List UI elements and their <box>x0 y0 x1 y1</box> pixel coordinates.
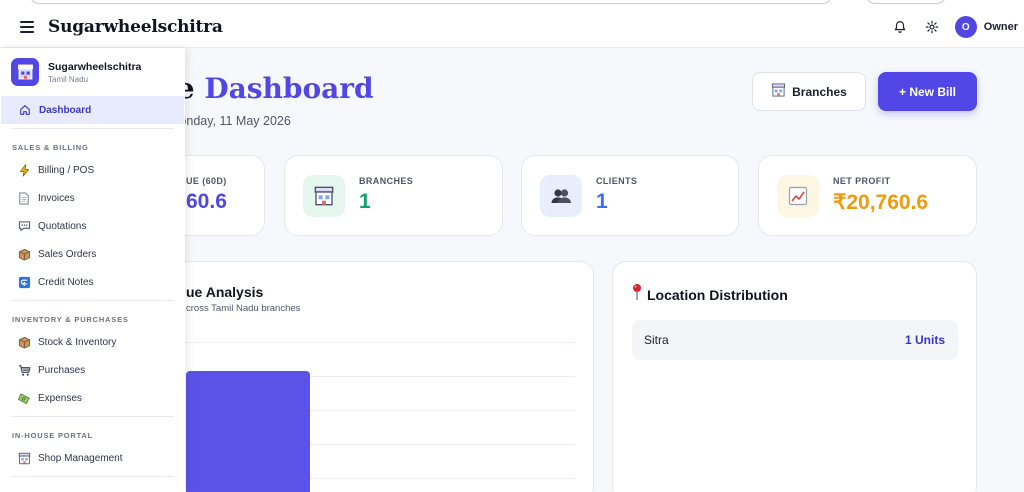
owner-name: Owner <box>983 21 1018 33</box>
store-icon <box>11 58 39 86</box>
hamburger-menu-icon[interactable] <box>20 20 34 33</box>
location-units: 1 Units <box>904 333 945 347</box>
top-header: Sugarwheelschitra O Owner <box>0 6 1024 48</box>
app-brand[interactable]: Sugarwheelschitra <box>48 17 223 37</box>
header-actions: O Owner <box>891 6 1018 48</box>
sidebar-item-label: Purchases <box>38 364 86 376</box>
stat-value: 1 <box>359 190 371 213</box>
store-icon <box>303 175 345 217</box>
sidebar-item-label: Quotations <box>38 220 87 232</box>
browser-button-edge <box>866 0 946 4</box>
sidebar-divider <box>11 416 174 417</box>
gear-icon[interactable] <box>923 18 941 36</box>
money-icon <box>17 391 31 405</box>
sidebar-subtitle: Tamil Nadu <box>48 74 89 84</box>
stat-card-net-profit: NET PROFIT ₹20,760.6 <box>758 155 977 236</box>
home-icon <box>18 103 32 117</box>
revenue-analysis-card: ue Analysis cross Tamil Nadu branches <box>155 261 594 492</box>
sidebar-divider <box>11 476 174 477</box>
sidebar-item-label: Billing / POS <box>38 164 95 176</box>
sidebar-item-credit-notes[interactable]: Credit Notes <box>0 268 185 296</box>
card-header: Location Distribution <box>632 283 788 306</box>
address-bar-edge <box>30 0 832 4</box>
sidebar-section-heading: SALES & BILLING <box>12 143 89 152</box>
page-date-area: Monday, 11 May 2026 <box>185 114 485 132</box>
sidebar-item-billing-pos[interactable]: Billing / POS <box>0 156 185 184</box>
stat-card-branches: BRANCHES 1 <box>284 155 503 236</box>
card-title: Location Distribution <box>647 286 788 303</box>
stat-label: NET PROFIT <box>833 176 891 186</box>
stat-value: 60.6 <box>186 190 227 213</box>
sidebar-item-label: Sales Orders <box>38 248 97 260</box>
store-icon <box>17 451 31 465</box>
sidebar-item-label: Expenses <box>38 392 82 404</box>
bell-icon[interactable] <box>891 18 909 36</box>
stat-value: 1 <box>596 190 608 213</box>
stat-label: CLIENTS <box>596 176 638 186</box>
sidebar-item-stock-inventory[interactable]: Stock & Inventory <box>0 328 185 356</box>
sidebar-item-sales-orders[interactable]: Sales Orders <box>0 240 185 268</box>
pushpin-icon <box>632 283 642 306</box>
location-distribution-card: Location Distribution Sitra 1 Units <box>612 261 977 492</box>
branches-button[interactable]: Branches <box>752 72 866 111</box>
sidebar-item-quotations[interactable]: Quotations <box>0 212 185 240</box>
branches-button-label: Branches <box>792 84 847 99</box>
lightning-icon <box>17 163 31 177</box>
sidebar-item-label: Stock & Inventory <box>38 336 117 348</box>
box-icon <box>17 335 31 349</box>
sidebar-section-heading: IN-HOUSE PORTAL <box>12 431 94 440</box>
new-bill-button[interactable]: + New Bill <box>878 72 977 111</box>
stat-label: UE (60D) <box>186 176 227 186</box>
chart-gridline <box>186 342 575 343</box>
cart-icon <box>17 363 31 377</box>
document-icon <box>17 191 31 205</box>
chart-bar[interactable] <box>186 371 310 492</box>
sidebar-item-purchases[interactable]: Purchases <box>0 356 185 384</box>
card-title: ue Analysis <box>186 284 264 300</box>
sidebar-item-invoices[interactable]: Invoices <box>0 184 185 212</box>
sidebar-divider <box>11 128 174 129</box>
sidebar-section-heading: INVENTORY & PURCHASES <box>12 315 129 324</box>
stat-card-clients: CLIENTS 1 <box>521 155 739 236</box>
sidebar-item-label: Shop Management <box>38 452 123 464</box>
box-icon <box>17 247 31 261</box>
avatar: O <box>954 16 977 38</box>
location-row[interactable]: Sitra 1 Units <box>632 320 958 360</box>
stat-value: ₹20,760.6 <box>833 191 929 214</box>
page-title-prefix: nise <box>185 72 195 105</box>
sidebar-divider <box>11 300 174 301</box>
sidebar-item-expenses[interactable]: Expenses <box>0 384 185 412</box>
sidebar-item-label: Dashboard <box>39 104 92 116</box>
sidebar-item-shop-management[interactable]: Shop Management <box>0 444 185 472</box>
sidebar-title: Sugarwheelschitra <box>48 60 142 73</box>
sidebar: Sugarwheelschitra Tamil Nadu Dashboard S… <box>0 48 185 492</box>
store-icon <box>771 83 786 100</box>
page-date: Monday, 11 May 2026 <box>185 114 291 128</box>
sidebar-header: Sugarwheelschitra Tamil Nadu <box>0 48 185 96</box>
page-title: nise Dashboard <box>185 72 374 105</box>
location-name: Sitra <box>644 333 669 347</box>
sidebar-item-label: Credit Notes <box>38 276 94 288</box>
sidebar-item-label: Invoices <box>38 192 75 204</box>
stat-label: BRANCHES <box>359 176 414 186</box>
page-title-accent: Dashboard <box>204 72 374 105</box>
chart-up-icon <box>777 175 819 217</box>
card-subtitle: cross Tamil Nadu branches <box>186 303 301 314</box>
return-icon <box>17 275 31 289</box>
people-icon <box>540 175 582 217</box>
speech-bubble-icon <box>17 219 31 233</box>
sidebar-item-dashboard[interactable]: Dashboard <box>1 96 184 124</box>
owner-menu[interactable]: O Owner <box>954 16 1018 38</box>
